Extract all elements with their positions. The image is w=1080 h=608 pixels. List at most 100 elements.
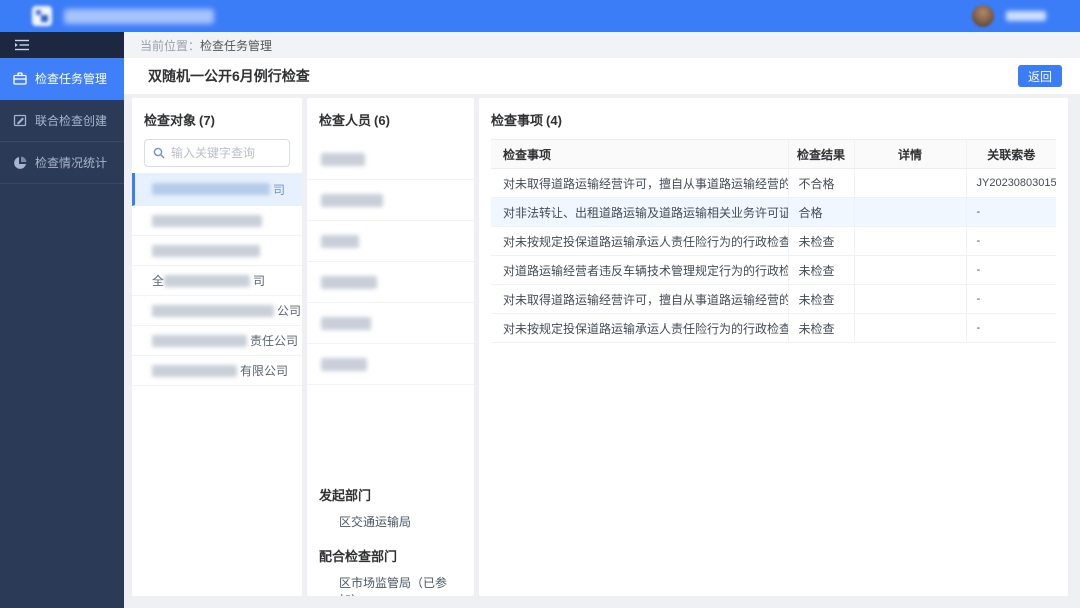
archive-cell: -	[965, 255, 1056, 285]
keyword-search-box[interactable]	[144, 139, 290, 167]
targets-panel-title: 检查对象 (7)	[144, 113, 215, 128]
company-list-item[interactable]: 司	[132, 173, 302, 206]
table-header-row: 检查事项 检查结果 详情 关联索卷	[491, 139, 1056, 169]
items-panel-title: 检查事项 (4)	[491, 113, 562, 128]
items-panel: 检查事项 (4) 检查事项 检查结果 详情 关联索卷 对未取得道路运输经营许可，擅…	[479, 98, 1068, 596]
pie-chart-icon	[13, 156, 27, 170]
result-cell: 未检查	[787, 255, 854, 285]
cooperating-dept-label: 配合检查部门	[319, 549, 398, 564]
app-title-redacted	[64, 8, 214, 24]
staff-panel-title: 检查人员 (6)	[319, 113, 390, 128]
staff-list-item[interactable]	[307, 303, 474, 344]
staff-name-redacted	[321, 316, 371, 330]
company-list-item[interactable]: 公司	[132, 296, 302, 326]
staff-panel: 检查人员(6) 发起部门 区交通运输局 配合检查部门 区市场监管局（已参加）	[307, 98, 474, 596]
staff-list-item[interactable]	[307, 221, 474, 262]
table-row[interactable]: 对未按规定投保道路运输承运人责任险行为的行政检查 未检查 -	[491, 226, 1056, 256]
column-header-archive: 关联索卷	[965, 139, 1056, 169]
company-list: 司 全 司 公司 责任公司 有限公司	[132, 173, 302, 386]
item-name-cell: 对未取得道路运输经营许可，擅自从事道路运输经营的行为的行政检查	[491, 284, 788, 314]
sidebar: 检查任务管理 联合检查创建 检查情况统计	[0, 32, 124, 608]
search-input[interactable]	[171, 146, 281, 160]
staff-list-item[interactable]	[307, 180, 474, 221]
company-name-redacted	[152, 304, 274, 317]
column-header-detail: 详情	[853, 139, 966, 169]
company-name-redacted	[152, 183, 270, 195]
company-list-item[interactable]: 责任公司	[132, 326, 302, 356]
breadcrumb-current[interactable]: 检查任务管理	[200, 37, 272, 54]
search-icon	[153, 147, 165, 159]
content-panels: 检查对象(7) 司 全	[132, 98, 1068, 596]
result-cell: 未检查	[787, 313, 854, 343]
staff-list-item[interactable]	[307, 344, 474, 385]
menu-fold-icon[interactable]	[15, 39, 29, 51]
sidebar-item-label: 检查任务管理	[35, 72, 108, 86]
item-name-cell: 对未按规定投保道路运输承运人责任险行为的行政检查	[491, 226, 788, 256]
header-user-area	[972, 5, 1046, 27]
company-list-item[interactable]: 全 司	[132, 266, 302, 296]
briefcase-icon	[13, 72, 27, 85]
company-list-item[interactable]: 有限公司	[132, 356, 302, 386]
item-name-cell: 对未按规定投保道路运输承运人责任险行为的行政检查	[491, 313, 788, 343]
sidebar-item-label: 联合检查创建	[35, 114, 108, 128]
table-row[interactable]: 对道路运输经营者违反车辆技术管理规定行为的行政检查 未检查 -	[491, 255, 1056, 285]
targets-panel: 检查对象(7) 司 全	[132, 98, 302, 596]
sidebar-item-label: 检查情况统计	[35, 156, 108, 170]
user-avatar[interactable]	[972, 5, 994, 27]
company-name-redacted	[152, 214, 262, 227]
staff-name-redacted	[321, 152, 365, 166]
page-title: 双随机一公开6月例行检查	[148, 68, 310, 84]
item-name-cell: 对非法转让、出租道路运输及道路运输相关业务许可证件行为的行政检查	[491, 197, 788, 227]
company-name-redacted	[164, 274, 251, 287]
result-cell: 不合格	[787, 168, 854, 198]
breadcrumb: 当前位置： 检查任务管理	[124, 32, 1080, 58]
staff-name-redacted	[321, 357, 367, 371]
table-row[interactable]: 对非法转让、出租道路运输及道路运输相关业务许可证件行为的行政检查 合格 -	[491, 197, 1056, 227]
top-header	[0, 0, 1080, 32]
item-name-cell: 对未取得道路运输经营许可，擅自从事道路运输经营的行为的行政检查	[491, 168, 788, 198]
company-name-redacted	[152, 244, 260, 257]
cooperating-dept-value: 区市场监管局（已参加）	[339, 576, 448, 596]
detail-cell	[853, 197, 966, 227]
company-list-item[interactable]	[132, 206, 302, 236]
sidebar-item-inspection-stats[interactable]: 检查情况统计	[0, 142, 124, 184]
staff-list	[307, 139, 474, 385]
detail-cell	[853, 255, 966, 285]
archive-cell: -	[965, 226, 1056, 256]
initiator-dept-value: 区交通运输局	[339, 515, 412, 529]
staff-name-redacted	[321, 234, 359, 248]
detail-cell	[853, 313, 966, 343]
archive-cell: -	[965, 313, 1056, 343]
initiator-dept-label: 发起部门	[319, 488, 372, 503]
column-header-item: 检查事项	[491, 139, 788, 169]
breadcrumb-prefix: 当前位置：	[140, 38, 201, 53]
archive-cell: -	[965, 284, 1056, 314]
back-button[interactable]: 返回	[1017, 65, 1062, 87]
item-name-cell: 对道路运输经营者违反车辆技术管理规定行为的行政检查	[491, 255, 788, 285]
company-name-redacted	[152, 334, 247, 347]
column-header-result: 检查结果	[787, 139, 854, 169]
clipboard-edit-icon	[13, 114, 27, 127]
archive-cell: -	[965, 197, 1056, 227]
company-list-item[interactable]	[132, 236, 302, 266]
result-cell: 未检查	[787, 226, 854, 256]
sidebar-item-inspection-tasks[interactable]: 检查任务管理	[0, 58, 124, 100]
page-titlebar: 双随机一公开6月例行检查 返回	[124, 58, 1080, 94]
inspection-items-table: 检查事项 检查结果 详情 关联索卷 对未取得道路运输经营许可，擅自从事道路运输经…	[491, 139, 1056, 343]
staff-list-item[interactable]	[307, 262, 474, 303]
sidebar-item-joint-inspection[interactable]: 联合检查创建	[0, 100, 124, 142]
result-cell: 未检查	[787, 284, 854, 314]
staff-name-redacted	[321, 275, 377, 289]
detail-cell	[853, 226, 966, 256]
result-cell: 合格	[787, 197, 854, 227]
table-row[interactable]: 对未取得道路运输经营许可，擅自从事道路运输经营的行为的行政检查 不合格 JY20…	[491, 168, 1056, 198]
table-row[interactable]: 对未按规定投保道路运输承运人责任险行为的行政检查 未检查 -	[491, 313, 1056, 343]
table-row[interactable]: 对未取得道路运输经营许可，擅自从事道路运输经营的行为的行政检查 未检查 -	[491, 284, 1056, 314]
archive-cell: JY20230803015	[965, 168, 1056, 198]
staff-list-item[interactable]	[307, 139, 474, 180]
sidebar-collapse[interactable]	[0, 32, 124, 58]
username-redacted[interactable]	[1006, 11, 1046, 21]
company-name-redacted	[152, 364, 237, 377]
detail-cell	[853, 168, 966, 198]
staff-name-redacted	[321, 193, 383, 207]
